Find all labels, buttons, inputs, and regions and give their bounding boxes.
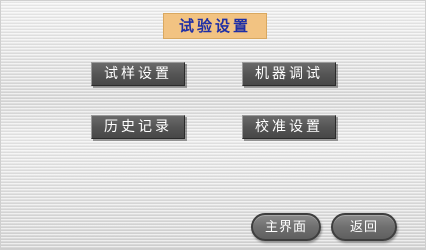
calibration-button[interactable]: 校准设置	[242, 115, 336, 139]
page-title: 试验设置	[178, 16, 251, 35]
main-screen-label: 主界面	[264, 219, 307, 235]
machine-debug-button[interactable]: 机器调试	[242, 62, 336, 86]
back-button[interactable]: 返回	[331, 213, 397, 241]
calibration-label: 校准设置	[255, 119, 323, 135]
sample-settings-button[interactable]: 试样设置	[91, 62, 185, 86]
machine-debug-label: 机器调试	[255, 66, 323, 82]
back-label: 返回	[349, 219, 378, 235]
page-title-box: 试验设置	[163, 13, 267, 39]
sample-settings-label: 试样设置	[104, 66, 172, 82]
history-button[interactable]: 历史记录	[91, 115, 185, 139]
main-screen-button[interactable]: 主界面	[251, 213, 321, 241]
history-label: 历史记录	[104, 119, 172, 135]
